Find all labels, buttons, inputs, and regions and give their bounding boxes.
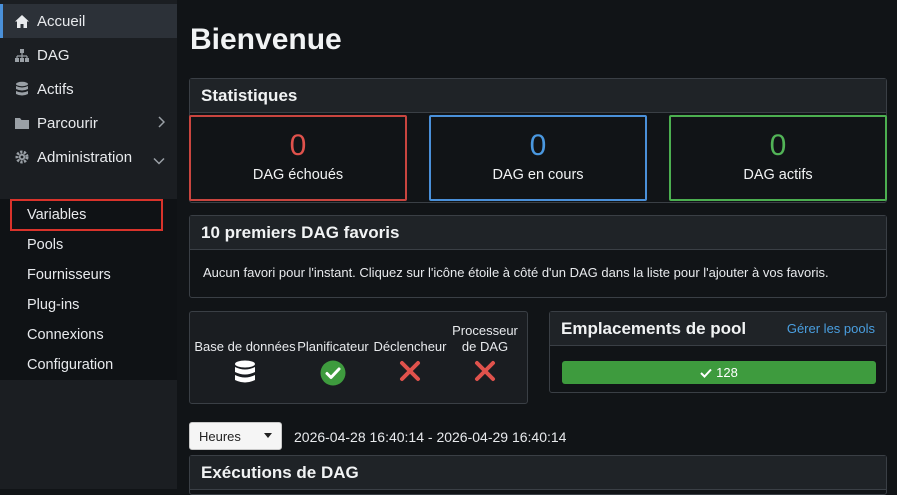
time-unit-select[interactable]: Heures bbox=[189, 422, 282, 450]
dag-runs-panel: Exécutions de DAG bbox=[189, 455, 887, 495]
variables-highlight bbox=[10, 199, 163, 231]
database-icon bbox=[193, 360, 297, 385]
sidebar-item-home[interactable]: Accueil bbox=[0, 4, 177, 38]
stat-value: 0 bbox=[769, 129, 787, 162]
sidebar-item-label: Administration bbox=[37, 148, 133, 166]
sidebar-item-label: Accueil bbox=[37, 12, 86, 30]
sidebar-item-label: DAG bbox=[37, 46, 70, 64]
check-icon bbox=[700, 368, 712, 378]
stat-label: DAG échoués bbox=[252, 167, 344, 183]
manage-pools-link[interactable]: Gérer les pools bbox=[787, 321, 875, 336]
health-dag-processor: Processeur de DAG bbox=[447, 323, 523, 382]
pool-open-slots-bar[interactable]: 128 bbox=[562, 361, 876, 384]
main-content: Bienvenue Statistiques 0 DAG échoués 0 D… bbox=[177, 0, 897, 495]
chevron-down-icon bbox=[153, 152, 165, 169]
dag-runs-title: Exécutions de DAG bbox=[190, 456, 886, 490]
gear-icon bbox=[13, 149, 30, 166]
health-scheduler: Planificateur bbox=[297, 339, 369, 386]
home-icon bbox=[13, 13, 30, 30]
sidebar-item-browse[interactable]: Parcourir bbox=[0, 106, 177, 140]
pool-panel: Emplacements de pool Gérer les pools 128 bbox=[549, 311, 887, 393]
submenu-item-plugins[interactable]: Plug-ins bbox=[27, 297, 79, 313]
sidebar-item-dag[interactable]: DAG bbox=[0, 38, 177, 72]
stat-card-running[interactable]: 0 DAG en cours bbox=[429, 115, 647, 201]
time-unit-value: Heures bbox=[199, 428, 241, 444]
submenu-item-connections[interactable]: Connexions bbox=[27, 327, 104, 343]
health-label: Planificateur bbox=[297, 339, 369, 354]
favorites-panel: 10 premiers DAG favoris Aucun favori pou… bbox=[189, 215, 887, 298]
x-icon bbox=[373, 360, 447, 382]
sidebar-item-admin[interactable]: Administration bbox=[0, 140, 177, 174]
favorites-empty-text: Aucun favori pour l'instant. Cliquez sur… bbox=[203, 265, 829, 280]
sitemap-icon bbox=[13, 47, 30, 64]
submenu-item-configuration[interactable]: Configuration bbox=[27, 357, 113, 373]
sidebar-item-label: Parcourir bbox=[37, 114, 98, 132]
stat-label: DAG actifs bbox=[743, 167, 813, 183]
sidebar: Accueil DAG Actifs Parcourir Administrat… bbox=[0, 0, 177, 489]
stats-title: Statistiques bbox=[190, 79, 886, 113]
health-label: Base de données bbox=[194, 339, 296, 354]
health-label: de DAG bbox=[461, 339, 509, 354]
page-title: Bienvenue bbox=[190, 23, 342, 56]
submenu-item-pools[interactable]: Pools bbox=[27, 237, 63, 253]
folder-icon bbox=[13, 115, 30, 132]
stat-card-failed[interactable]: 0 DAG échoués bbox=[189, 115, 407, 201]
favorites-title: 10 premiers DAG favoris bbox=[190, 216, 886, 250]
caret-down-icon bbox=[264, 433, 272, 438]
sidebar-item-assets[interactable]: Actifs bbox=[0, 72, 177, 106]
submenu-item-providers[interactable]: Fournisseurs bbox=[27, 267, 111, 283]
chevron-right-icon bbox=[157, 115, 166, 132]
database-icon bbox=[13, 81, 30, 98]
stat-value: 0 bbox=[529, 129, 547, 162]
stat-label: DAG en cours bbox=[492, 167, 584, 183]
sidebar-item-label: Actifs bbox=[37, 80, 74, 98]
stat-value: 0 bbox=[289, 129, 307, 162]
health-label: Processeur bbox=[452, 323, 518, 338]
health-label: Déclencheur bbox=[373, 339, 447, 354]
stat-card-active[interactable]: 0 DAG actifs bbox=[669, 115, 887, 201]
date-range: 2026-04-28 16:40:14 - 2026-04-29 16:40:1… bbox=[294, 429, 567, 445]
x-icon bbox=[447, 360, 523, 382]
check-circle-icon bbox=[297, 360, 369, 386]
pool-open-slots-count: 128 bbox=[716, 365, 738, 380]
health-database: Base de données bbox=[193, 339, 297, 385]
health-triggerer: Déclencheur bbox=[373, 339, 447, 382]
